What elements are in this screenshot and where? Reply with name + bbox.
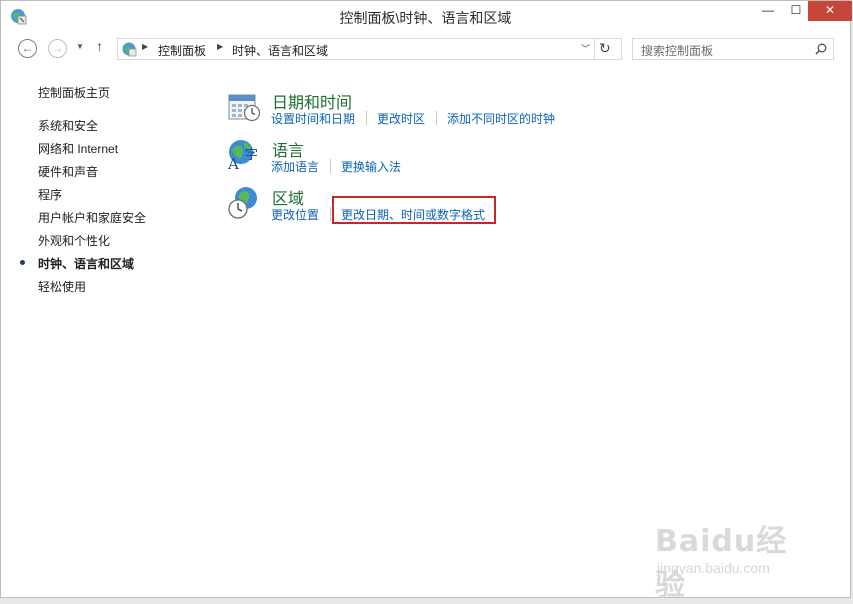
minimize-button[interactable]: — — [754, 1, 782, 21]
control-panel-icon — [122, 42, 137, 57]
sidebar-item-hardware-sound[interactable]: 硬件和声音 — [38, 163, 98, 180]
breadcrumb-current[interactable]: 时钟、语言和区域 — [232, 42, 328, 59]
divider — [594, 39, 595, 59]
calendar-clock-icon[interactable] — [227, 89, 261, 123]
divider — [366, 111, 367, 125]
sidebar-item-home[interactable]: 控制面板主页 — [38, 84, 110, 101]
title-bar: 控制面板\时钟、语言和区域 — ☐ ✕ — [1, 1, 852, 32]
breadcrumb-separator-icon[interactable]: ▶ — [217, 42, 223, 51]
navigation-bar: ← → ▼ ↑ ▶ 控制面板 ▶ 时钟、语言和区域 ﹀ ↻ 搜索控制面板 — [1, 32, 850, 66]
divider — [330, 207, 331, 221]
sidebar-item-network[interactable]: 网络和 Internet — [38, 140, 118, 157]
link-set-time-date[interactable]: 设置时间和日期 — [271, 110, 355, 127]
svg-text:A: A — [227, 155, 239, 171]
link-add-clocks[interactable]: 添加不同时区的时钟 — [447, 110, 555, 127]
baidu-watermark: Baidu经验 jingyan.baidu.com — [655, 516, 815, 603]
close-button[interactable]: ✕ — [808, 1, 852, 21]
language-globe-icon[interactable]: A 字 — [227, 137, 261, 171]
watermark-url: jingyan.baidu.com — [657, 560, 770, 576]
search-input[interactable]: 搜索控制面板 — [632, 38, 834, 60]
sidebar-item-programs[interactable]: 程序 — [38, 186, 62, 203]
link-change-input-method[interactable]: 更换输入法 — [341, 158, 401, 175]
back-button[interactable]: ← — [18, 39, 37, 58]
refresh-button[interactable]: ↻ — [599, 40, 611, 57]
forward-button[interactable]: → — [48, 39, 67, 58]
divider — [330, 159, 331, 173]
control-panel-window: 控制面板\时钟、语言和区域 — ☐ ✕ ← → ▼ ↑ ▶ 控制面板 ▶ 时钟、… — [0, 0, 852, 603]
up-button[interactable]: ↑ — [96, 38, 103, 54]
sidebar-item-user-accounts[interactable]: 用户帐户和家庭安全 — [38, 209, 146, 226]
svg-text:字: 字 — [245, 148, 258, 163]
recent-locations-button[interactable]: ▼ — [76, 42, 84, 51]
link-add-language[interactable]: 添加语言 — [271, 158, 319, 175]
sidebar-item-clock-language-region: 时钟、语言和区域 — [38, 257, 135, 271]
breadcrumb-separator-icon: ▶ — [142, 42, 149, 51]
search-placeholder: 搜索控制面板 — [641, 44, 714, 58]
chevron-down-icon[interactable]: ﹀ — [581, 42, 590, 55]
maximize-button[interactable]: ☐ — [782, 1, 810, 21]
highlight-annotation-box — [332, 196, 496, 224]
current-item-bullet-icon — [20, 260, 25, 265]
address-bar[interactable]: ▶ 控制面板 ▶ 时钟、语言和区域 ﹀ ↻ — [117, 38, 622, 60]
breadcrumb-control-panel[interactable]: 控制面板 — [158, 42, 206, 59]
link-change-timezone[interactable]: 更改时区 — [377, 110, 425, 127]
link-change-location[interactable]: 更改位置 — [271, 206, 319, 223]
window-title: 控制面板\时钟、语言和区域 — [339, 10, 512, 26]
divider — [436, 111, 437, 125]
sidebar-item-system-security[interactable]: 系统和安全 — [38, 117, 98, 134]
sidebar-item-ease-of-access[interactable]: 轻松使用 — [38, 278, 86, 295]
search-icon[interactable] — [815, 43, 827, 55]
region-globe-clock-icon[interactable] — [227, 186, 261, 220]
sidebar-item-appearance[interactable]: 外观和个性化 — [38, 232, 110, 249]
